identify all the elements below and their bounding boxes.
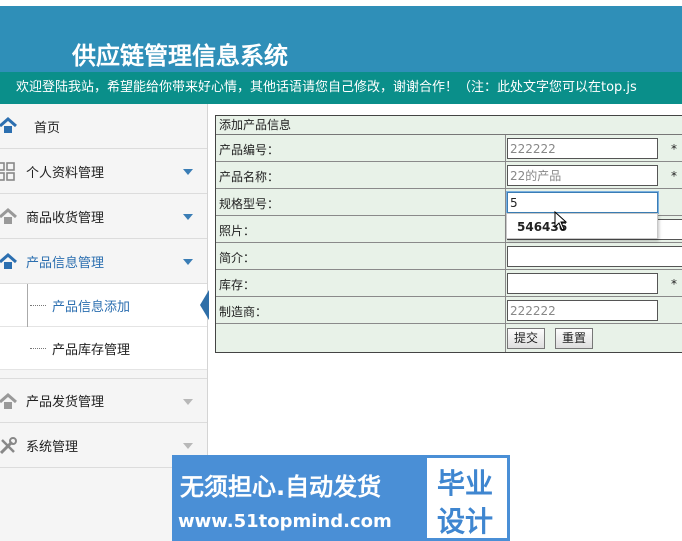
sidebar-subitem-label: 产品信息添加 bbox=[52, 299, 131, 315]
house-icon bbox=[0, 253, 17, 269]
badge-bottom-text: 设计 bbox=[437, 505, 494, 538]
intro-input[interactable] bbox=[507, 246, 682, 267]
tree-line bbox=[27, 284, 28, 327]
sidebar-item-profile[interactable]: 个人资料管理 bbox=[0, 149, 207, 194]
banner-url: www.51topmind.com bbox=[178, 511, 392, 532]
tools-icon bbox=[0, 437, 17, 455]
active-marker-icon bbox=[200, 290, 209, 320]
spec-model-input[interactable] bbox=[506, 191, 659, 214]
field-label: 产品编号： bbox=[219, 143, 280, 157]
reset-button[interactable]: 重置 bbox=[555, 328, 594, 349]
sidebar-item-label: 系统管理 bbox=[26, 439, 79, 455]
app-title: 供应链管理信息系统 bbox=[72, 42, 288, 70]
sidebar-item-label: 个人资料管理 bbox=[26, 165, 105, 181]
house-icon bbox=[0, 117, 17, 133]
sidebar-item-label: 商品收货管理 bbox=[26, 210, 105, 226]
app-header: 供应链管理信息系统 bbox=[0, 0, 682, 72]
product-name-input[interactable] bbox=[507, 165, 658, 186]
form-row-product-code: 产品编号： * bbox=[216, 135, 682, 162]
sidebar-subitem-inventory[interactable]: 产品库存管理 bbox=[0, 327, 207, 370]
chevron-down-icon bbox=[183, 169, 193, 175]
required-mark: * bbox=[671, 169, 677, 183]
sidebar-item-home[interactable]: 首页 bbox=[0, 104, 207, 149]
cell-divider bbox=[505, 243, 506, 270]
form-row-stock: 库存： * bbox=[216, 270, 682, 297]
cell-divider bbox=[505, 297, 506, 324]
sidebar-item-product-info[interactable]: 产品信息管理 bbox=[0, 239, 207, 284]
submit-button[interactable]: 提交 bbox=[507, 328, 546, 349]
sidebar-item-receiving[interactable]: 商品收货管理 bbox=[0, 194, 207, 239]
field-label: 库存： bbox=[219, 278, 256, 292]
tree-dash bbox=[30, 348, 46, 349]
cell-divider bbox=[505, 162, 506, 189]
field-label: 简介： bbox=[219, 251, 256, 265]
cell-divider bbox=[505, 135, 506, 162]
form-row-manufacturer: 制造商： bbox=[216, 297, 682, 324]
chevron-down-icon bbox=[183, 214, 193, 220]
sidebar-subitem-label: 产品库存管理 bbox=[52, 342, 131, 358]
sidebar-item-shipping[interactable]: 产品发货管理 bbox=[0, 378, 207, 423]
required-mark: * bbox=[671, 142, 677, 156]
tree-dash bbox=[30, 305, 46, 306]
sidebar-item-label: 首页 bbox=[34, 120, 61, 136]
chevron-down-icon bbox=[183, 259, 193, 265]
sidebar-item-label: 产品信息管理 bbox=[26, 255, 105, 271]
form-row-product-name: 产品名称： * bbox=[216, 162, 682, 189]
form-row-spec-model: 规格型号： bbox=[216, 189, 682, 216]
field-label: 制造商： bbox=[219, 305, 268, 319]
field-label: 产品名称： bbox=[219, 170, 280, 184]
required-mark: * bbox=[671, 277, 677, 291]
chevron-down-icon bbox=[183, 443, 193, 449]
form-caption: 添加产品信息 bbox=[216, 116, 682, 135]
house-icon bbox=[0, 208, 17, 224]
mouse-cursor-icon bbox=[554, 211, 568, 231]
autocomplete-suggestion[interactable]: 546436 bbox=[506, 213, 658, 239]
manufacturer-input[interactable] bbox=[507, 300, 658, 321]
cell-divider bbox=[505, 270, 506, 297]
welcome-marquee: 欢迎登陆我站，希望能给你带来好心情，其他话语请您自己修改，谢谢合作！（注：此处文… bbox=[0, 72, 682, 104]
product-code-input[interactable] bbox=[507, 138, 658, 159]
chevron-down-icon bbox=[183, 399, 193, 405]
field-label: 照片： bbox=[219, 224, 256, 238]
sidebar-item-label: 产品发货管理 bbox=[26, 395, 105, 410]
form-row-intro: 简介： bbox=[216, 243, 682, 270]
form-row-actions: 提交 重置 bbox=[216, 324, 682, 352]
sidebar-subitem-add-product[interactable]: 产品信息添加 bbox=[0, 284, 209, 327]
stock-input[interactable] bbox=[507, 273, 658, 294]
grid-icon bbox=[0, 162, 15, 181]
field-label: 规格型号： bbox=[219, 197, 280, 211]
banner-badge: 毕业 设计 bbox=[424, 455, 510, 541]
cell-divider bbox=[505, 189, 506, 216]
house-icon bbox=[0, 393, 17, 409]
banner-headline: 无须担心.自动发货 bbox=[180, 473, 382, 501]
promo-banner[interactable]: 无须担心.自动发货 www.51topmind.com 毕业 设计 bbox=[172, 455, 510, 541]
badge-top-text: 毕业 bbox=[437, 467, 494, 500]
cell-divider bbox=[505, 324, 506, 352]
